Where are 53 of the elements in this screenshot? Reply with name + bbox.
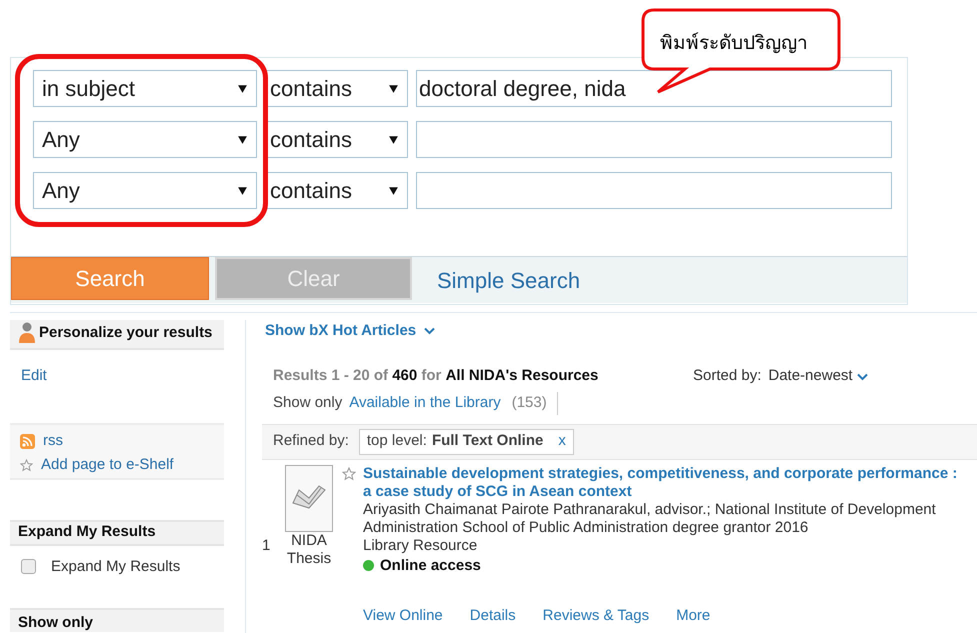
sort-dropdown[interactable]: Date-newest	[768, 365, 868, 388]
checkbox[interactable]	[21, 559, 36, 574]
result-authors: Ariyasith Chaimanat Pairote Pathranarakul, advisor.; National Institute of Development Administration School of Public Administration degree grantor 2016	[363, 500, 937, 536]
star-icon[interactable]	[342, 466, 356, 480]
chevron-down-icon	[856, 372, 868, 380]
section-title: Personalize your results	[39, 322, 212, 342]
star-icon	[20, 459, 33, 472]
refined-label: Refined by:	[273, 431, 349, 452]
dropdown-arrow-icon	[388, 134, 399, 145]
field-dropdown[interactable]: in subject	[33, 70, 257, 107]
availability-filter-link[interactable]: Available in the Library	[349, 392, 501, 415]
availability-link[interactable]: Online access	[380, 554, 481, 577]
dropdown-arrow-icon	[237, 134, 248, 145]
dropdown-arrow-icon	[237, 83, 248, 94]
result-action-tab[interactable]: More	[676, 607, 710, 625]
section-title: Expand My Results	[18, 522, 156, 542]
result-action-tab[interactable]: Details	[470, 607, 516, 625]
remove-filter-button[interactable]: x	[558, 430, 566, 453]
operator-dropdown[interactable]: contains	[265, 70, 408, 107]
result-title-link[interactable]: Sustainable development strategies, competitiveness, and corporate performance : a case study of SCG in Asean context	[363, 464, 963, 500]
hot-articles-link[interactable]: Show bX Hot Articles	[265, 320, 416, 342]
search-input-field[interactable]	[416, 121, 892, 158]
rss-icon	[20, 434, 35, 449]
facet-label: top level:	[366, 431, 427, 452]
book-thumbnail	[285, 464, 333, 532]
operator-dropdown[interactable]: contains	[265, 121, 408, 158]
result-action-tab[interactable]: View Online	[363, 607, 443, 625]
result-action-tab[interactable]: Reviews & Tags	[542, 607, 650, 625]
sort-label: Sorted by:	[693, 366, 762, 386]
operator-dropdown[interactable]: contains	[265, 172, 408, 209]
callout-text: พิมพ์ระดับปริญญา	[660, 31, 808, 56]
dropdown-arrow-icon	[388, 185, 399, 196]
simple-search-link[interactable]: Simple Search	[437, 264, 580, 296]
sidebar-link[interactable]: Add page to e-Shelf	[41, 454, 174, 477]
checkbox-label: Expand My Results	[51, 556, 180, 576]
user-icon	[18, 322, 36, 344]
results-summary: Results 1 - 20 of 460 for All NIDA's Resources	[273, 366, 600, 386]
result-number: 1	[262, 536, 272, 556]
field-dropdown[interactable]: Any	[33, 172, 257, 209]
edit-link[interactable]: Edit	[21, 365, 224, 388]
dropdown-arrow-icon	[388, 83, 399, 94]
facet-value: Full Text Online	[432, 431, 544, 452]
chevron-down-icon	[424, 327, 436, 336]
search-input-field[interactable]: doctoral degree, nida	[416, 70, 892, 107]
sidebar-link[interactable]: rss	[43, 430, 63, 453]
field-dropdown[interactable]: Any	[33, 121, 257, 158]
dropdown-arrow-icon	[237, 185, 248, 196]
resource-type: NIDA Thesis	[286, 532, 332, 568]
show-only-label: Show only	[273, 393, 342, 414]
search-input-field[interactable]	[416, 172, 892, 209]
section-title: Show only	[18, 614, 93, 632]
result-source: Library Resource	[363, 536, 478, 554]
filter-count: (153)	[512, 392, 558, 415]
